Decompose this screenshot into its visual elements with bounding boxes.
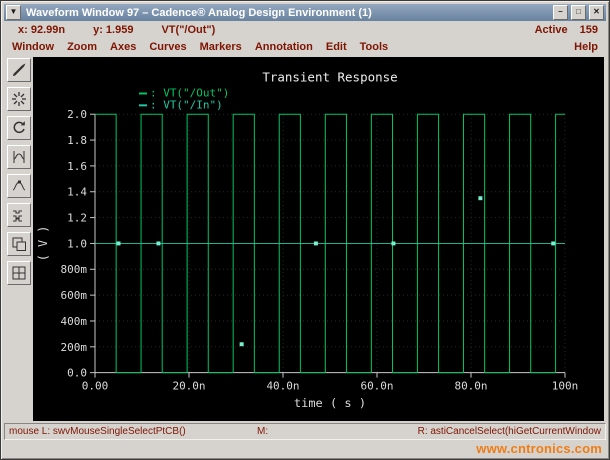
- menu-window[interactable]: Window: [12, 41, 54, 53]
- status-mouse-middle: M:: [257, 426, 269, 437]
- svg-text:200m: 200m: [61, 341, 88, 354]
- menu-curves[interactable]: Curves: [149, 41, 186, 53]
- main-area: 0.0 200m 400m 600m 800m 1.0 1.2 1.4 1.6 1.8 2.0 0.0…: [4, 56, 606, 421]
- svg-text:1.4: 1.4: [67, 186, 87, 199]
- menu-tools[interactable]: Tools: [360, 41, 389, 53]
- maximize-button[interactable]: □: [571, 5, 586, 20]
- cursor-x-readout: x: 92.99n: [18, 24, 66, 36]
- svg-text:40.0n: 40.0n: [266, 380, 299, 393]
- crosshair-icon: [11, 92, 26, 106]
- svg-text:: VT("/In"): : VT("/In"): [150, 98, 223, 111]
- close-button[interactable]: ✕: [589, 5, 604, 20]
- title-bar: ▼ Waveform Window 97 – Cadence® Analog D…: [4, 4, 606, 21]
- svg-text:2.0: 2.0: [67, 108, 87, 121]
- svg-text:( V ): ( V ): [36, 226, 50, 262]
- svg-text:time ( s ): time ( s ): [294, 396, 366, 410]
- cursor-y-readout: y: 1.959: [93, 24, 134, 36]
- zoom-fit-button[interactable]: [6, 87, 31, 111]
- redraw-button[interactable]: [6, 116, 31, 140]
- svg-text:1.2: 1.2: [67, 212, 87, 225]
- strip-chart-icon: [12, 210, 22, 222]
- svg-text:400m: 400m: [61, 315, 88, 328]
- svg-text:Transient Response: Transient Response: [262, 70, 397, 85]
- status-mouse-right: R: astiCancelSelect(hiGetCurrentWindow: [417, 426, 601, 437]
- menu-axes[interactable]: Axes: [110, 41, 136, 53]
- menu-markers[interactable]: Markers: [200, 41, 242, 53]
- svg-text:800m: 800m: [61, 263, 88, 276]
- strip-mode-button[interactable]: [6, 203, 31, 227]
- menu-help[interactable]: Help: [574, 41, 598, 53]
- watermark-text: www.cntronics.com: [476, 440, 602, 456]
- coordinate-bar: x: 92.99n y: 1.959 VT("/Out") Active 159: [4, 21, 606, 38]
- svg-text:0.0: 0.0: [67, 367, 87, 380]
- svg-text:80.0n: 80.0n: [454, 380, 487, 393]
- active-count: 159: [579, 24, 598, 36]
- menu-bar: Window Zoom Axes Curves Markers Annotati…: [4, 38, 606, 56]
- window-menu-icon[interactable]: ▼: [6, 5, 21, 20]
- menu-edit[interactable]: Edit: [326, 41, 347, 53]
- cursor-wave-icon: [13, 151, 24, 163]
- probe-tool-button[interactable]: [6, 58, 31, 82]
- split-view-icon: [12, 266, 25, 280]
- svg-text:20.0n: 20.0n: [172, 380, 205, 393]
- menu-annotation[interactable]: Annotation: [255, 41, 313, 53]
- point-marker-button[interactable]: [6, 174, 31, 198]
- minimize-button[interactable]: –: [553, 5, 568, 20]
- split-view-button[interactable]: [6, 261, 31, 285]
- svg-text:1.0: 1.0: [67, 237, 87, 250]
- overlay-windows-icon: [12, 237, 26, 251]
- menu-zoom[interactable]: Zoom: [67, 41, 97, 53]
- status-mouse-left: mouse L: swvMouseSingleSelectPtCB(): [9, 426, 186, 437]
- svg-text:1.6: 1.6: [67, 160, 87, 173]
- subwindow-button[interactable]: [6, 232, 31, 256]
- active-label: Active: [534, 24, 568, 36]
- waveform-window: ▼ Waveform Window 97 – Cadence® Analog D…: [0, 0, 610, 460]
- svg-text:600m: 600m: [61, 289, 88, 302]
- selected-trace-readout: VT("/Out"): [161, 24, 216, 36]
- watermark-row: www.cntronics.com: [4, 440, 606, 456]
- svg-text:0.00: 0.00: [82, 380, 108, 393]
- window-title: Waveform Window 97 – Cadence® Analog Des…: [26, 6, 372, 19]
- refresh-icon: [13, 121, 25, 134]
- plot-area[interactable]: 0.0 200m 400m 600m 800m 1.0 1.2 1.4 1.6 1.8 2.0 0.0…: [33, 57, 604, 421]
- tool-palette: [4, 56, 33, 421]
- svg-text:60.0n: 60.0n: [360, 380, 393, 393]
- waveform-svg[interactable]: 0.0 200m 400m 600m 800m 1.0 1.2 1.4 1.6 1.8 2.0 0.0…: [33, 57, 604, 421]
- svg-text:1.8: 1.8: [67, 134, 87, 147]
- svg-text:100n: 100n: [552, 380, 578, 393]
- peak-marker-icon: [12, 180, 25, 191]
- pen-icon: [12, 63, 25, 76]
- vertical-marker-button[interactable]: [6, 145, 31, 169]
- status-bar: mouse L: swvMouseSingleSelectPtCB() M: R…: [4, 423, 606, 440]
